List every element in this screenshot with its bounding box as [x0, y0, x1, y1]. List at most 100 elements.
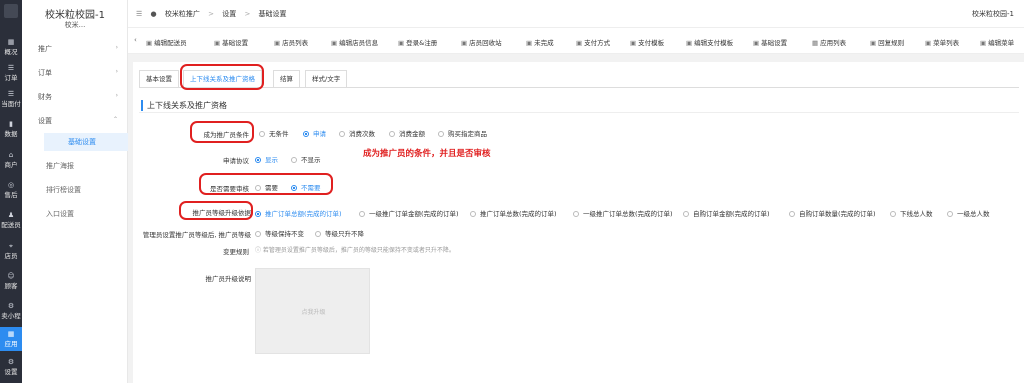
radio-buy-product[interactable]: 购买指定商品: [438, 128, 487, 138]
quick-link[interactable]: ▣ 回复规则: [870, 37, 904, 47]
quick-link[interactable]: ▣ 未完成: [526, 37, 554, 47]
scroll-left-icon[interactable]: ‹: [134, 36, 137, 44]
rail-item-apps[interactable]: ▦ 应用: [0, 327, 22, 351]
quick-link[interactable]: ▣ 支付方式: [576, 37, 610, 47]
menu-toggle-icon[interactable]: ☰: [136, 10, 142, 18]
breadcrumb-item: 基础设置: [258, 10, 287, 18]
radio-circle: [255, 231, 261, 237]
shop-icon: ⌂: [8, 151, 14, 159]
app-logo[interactable]: [4, 4, 18, 18]
quick-link[interactable]: ▣ 店员回收站: [461, 37, 502, 47]
chevron-right-icon: ›: [115, 68, 118, 75]
radio-hide[interactable]: 不显示: [291, 154, 321, 164]
section-title: 上下线关系及推广资格: [141, 100, 227, 111]
gear-icon: ⚙: [7, 358, 15, 366]
annotation-box: [190, 121, 254, 143]
section-divider: [139, 112, 1019, 113]
radio-upgrade-total-count[interactable]: 推广订单总数(完成的订单): [470, 208, 557, 218]
agreement-label: 申请协议: [223, 157, 249, 165]
sidebar-group-settings[interactable]: 设置 ⌃: [38, 116, 122, 126]
radio-upgrade-self-count[interactable]: 自购订单数量(完成的订单): [789, 208, 876, 218]
upload-placeholder: 点我升级: [301, 309, 326, 316]
sidebar-item-basic-settings[interactable]: 基础设置: [44, 133, 128, 151]
user-menu[interactable]: 校米粒校园-1: [972, 9, 1014, 19]
radio-upgrade-total-amount[interactable]: 推广订单总额(完成的订单): [255, 208, 342, 218]
rail-item-staff[interactable]: ⌖ 店员: [0, 242, 22, 260]
quick-link[interactable]: ▣ 编辑配送员: [146, 37, 187, 47]
radio-circle: [359, 211, 365, 217]
upgrade-image-upload[interactable]: 点我升级: [255, 268, 370, 354]
rail-item-merchant[interactable]: ⌂ 商户: [0, 151, 22, 169]
apps-grid-icon: ▦: [7, 330, 15, 338]
radio-upgrade-l1-count[interactable]: 一级推广订单总数(完成的订单): [573, 208, 673, 218]
home-icon: ●: [150, 10, 157, 18]
radio-consume-amount[interactable]: 消费金额: [389, 128, 425, 138]
tab-basic[interactable]: 基本设置: [139, 70, 179, 88]
radio-upgrade-downline-total[interactable]: 下线总人数: [890, 208, 933, 218]
sidebar-item-poster[interactable]: 推广海报: [46, 161, 136, 171]
sidebar-title: 校米粒校园-1: [45, 10, 105, 21]
quick-link[interactable]: ▣ 基础设置: [753, 37, 787, 47]
breadcrumb: ☰ ● 校米粒推广 > 设置 > 基础设置: [136, 9, 293, 19]
radio-apply[interactable]: 申请: [303, 128, 326, 138]
rail-item-data[interactable]: ▮ 数据: [0, 120, 22, 138]
rail-item-orders[interactable]: ☰ 订单: [0, 64, 22, 82]
rail-item-settings[interactable]: ⚙ 设置: [0, 358, 22, 376]
rail-item-overview[interactable]: ▦ 概况: [0, 38, 22, 56]
link-icon: ▣: [576, 39, 583, 47]
quick-link[interactable]: ▣ 基础设置: [214, 37, 248, 47]
link-icon: ▣: [274, 39, 281, 47]
rail-item-customer[interactable]: ☺ 顾客: [0, 272, 22, 290]
sidebar-item-ranking[interactable]: 排行榜设置: [46, 185, 136, 195]
rail-item-miniapp[interactable]: ⚙ 卖小程: [0, 302, 22, 320]
radio-no-condition[interactable]: 无条件: [259, 128, 289, 138]
quick-link[interactable]: ▣ 编辑菜单: [980, 37, 1014, 47]
radio-circle: [315, 231, 321, 237]
radio-circle: [389, 131, 395, 137]
annotation-box: [199, 173, 333, 195]
quick-link[interactable]: ▣ 店员列表: [274, 37, 308, 47]
sidebar-item-entry[interactable]: 入口设置: [46, 209, 136, 219]
tab-settlement[interactable]: 结算: [273, 70, 300, 88]
link-icon: ▣: [214, 39, 221, 47]
breadcrumb-item[interactable]: 设置: [222, 10, 236, 18]
radio-upgrade-l1-total[interactable]: 一级总人数: [947, 208, 990, 218]
breadcrumb-separator: >: [208, 10, 214, 18]
radio-level-up-only[interactable]: 等级只升不降: [315, 228, 364, 238]
chevron-right-icon: ›: [115, 44, 118, 51]
radio-show[interactable]: 显示: [255, 154, 278, 164]
radio-level-keep[interactable]: 等级保持不变: [255, 228, 304, 238]
rail-item-courier[interactable]: ♟ 配送员: [0, 211, 22, 229]
sidebar-group-orders[interactable]: 订单 ›: [38, 68, 122, 78]
breadcrumb-item[interactable]: 校米粒推广: [165, 10, 200, 18]
secondary-sidebar: 校米粒校园-1 校米... 推广 › 订单 › 财务 › 设置 ⌃ 基础设置 推广海报 …: [22, 0, 128, 383]
quick-link[interactable]: ▣ 登录&注册: [398, 37, 437, 47]
change-rule-label-2: 变更规则: [223, 248, 249, 256]
radio-circle: [789, 211, 795, 217]
quick-link[interactable]: ▣ 编辑支付模板: [686, 37, 733, 47]
quick-link[interactable]: ▣ 菜单列表: [925, 37, 959, 47]
radio-circle: [339, 131, 345, 137]
staff-icon: ⌖: [9, 242, 13, 250]
change-rule-hint: ⓘ 若管理员设置推广员等级后，推广员的等级只能保持不变或者只升不降。: [255, 247, 455, 254]
quick-link[interactable]: ▣ 支付模板: [630, 37, 664, 47]
quick-link[interactable]: ▣ 编辑店员信息: [331, 37, 378, 47]
link-icon: ▣: [398, 39, 405, 47]
rail-item-face-pay[interactable]: ☰ 当面付: [0, 90, 22, 108]
quick-link[interactable]: ▦ 应用列表: [812, 37, 846, 47]
radio-circle: [573, 211, 579, 217]
radio-upgrade-l1-amount[interactable]: 一级推广订单金额(完成的订单): [359, 208, 459, 218]
radio-upgrade-self-amount[interactable]: 自购订单金额(完成的订单): [683, 208, 770, 218]
radio-consume-count[interactable]: 消费次数: [339, 128, 375, 138]
link-icon: ▣: [686, 39, 693, 47]
tab-style[interactable]: 样式/文字: [305, 70, 348, 88]
settings-card: 基本设置 上下线关系及推广资格 结算 样式/文字 上下线关系及推广资格 成为推广…: [133, 62, 1024, 383]
chevron-right-icon: ›: [115, 92, 118, 99]
sidebar-group-finance[interactable]: 财务 ›: [38, 92, 122, 102]
sidebar-group-promotion[interactable]: 推广 ›: [38, 44, 122, 54]
tab-divider: [139, 87, 1019, 88]
rail-item-aftersale[interactable]: ◎ 售后: [0, 181, 22, 199]
link-icon: ▣: [526, 39, 533, 47]
miniapp-icon: ⚙: [7, 302, 15, 310]
bar-chart-icon: ▮: [9, 120, 13, 128]
